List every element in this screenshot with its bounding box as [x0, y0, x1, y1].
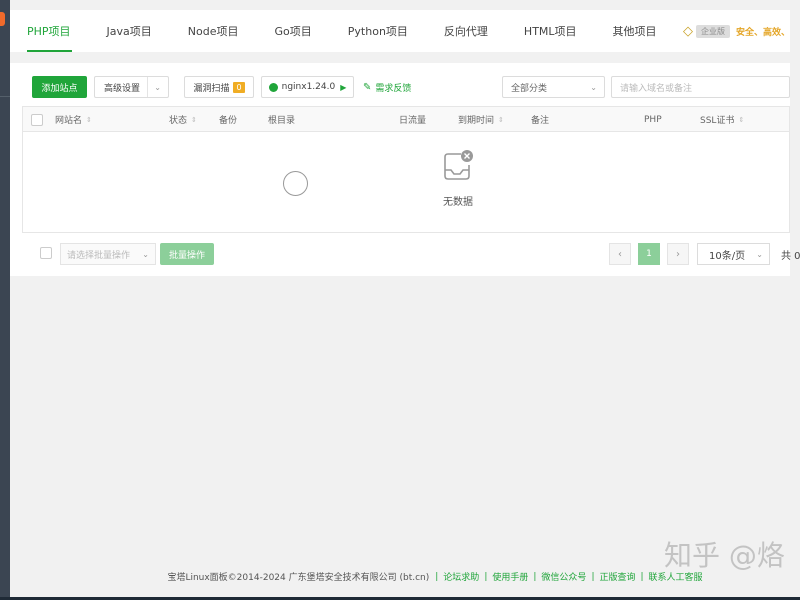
col-site-name[interactable]: 网站名 ⇕: [55, 107, 92, 132]
batch-operation-select[interactable]: 请选择批量操作 ⌄: [60, 243, 156, 265]
nginx-button[interactable]: nginx1.24.0 ▶: [261, 76, 354, 98]
bottom-select-checkbox[interactable]: [40, 247, 52, 259]
empty-data-icon: [444, 150, 473, 180]
search-input[interactable]: 请输入域名或备注: [611, 76, 790, 98]
sort-icon: ⇕: [498, 115, 504, 124]
chevron-down-icon: ⌄: [154, 82, 161, 92]
feedback-link[interactable]: ✎ 需求反馈: [363, 76, 411, 98]
tab-other[interactable]: 其他项目: [595, 10, 675, 52]
empty-state: 无数据: [23, 133, 789, 232]
batch-operation-button[interactable]: 批量操作: [160, 243, 214, 265]
batch-placeholder: 请选择批量操作: [67, 250, 131, 261]
tab-html[interactable]: HTML项目: [506, 10, 595, 52]
page-size-select[interactable]: 10条/页 ⌄: [697, 243, 770, 265]
nginx-icon: [268, 82, 278, 92]
link-license-check[interactable]: 正版查询: [599, 570, 635, 583]
tab-node[interactable]: Node项目: [170, 10, 257, 52]
col-root-dir: 根目录: [268, 116, 296, 126]
tab-reverse-proxy[interactable]: 反向代理: [426, 10, 506, 52]
link-wechat[interactable]: 微信公众号: [541, 570, 586, 583]
sidebar-edge: [0, 0, 10, 600]
total-count: 共 0: [781, 250, 800, 262]
tab-php[interactable]: PHP项目: [10, 10, 89, 52]
loading-spinner: [283, 171, 308, 196]
prev-page-button[interactable]: ‹: [609, 243, 631, 265]
play-icon: ▶: [340, 82, 347, 92]
link-forum[interactable]: 论坛求助: [443, 570, 479, 583]
chevron-down-icon: ⌄: [590, 82, 597, 92]
nginx-version: nginx1.24.0: [281, 82, 336, 92]
next-page-button[interactable]: ›: [667, 243, 689, 265]
sort-icon: ⇕: [738, 115, 745, 124]
project-tabs: PHP项目 Java项目 Node项目 Go项目 Python项目 反向代理 H…: [10, 10, 790, 52]
site-table: 网站名 ⇕ 状态 ⇕ 备份 根目录 日流量 到期时间 ⇕ 备注 PHP SSL证书 ⇕ …: [22, 106, 790, 233]
chevron-down-icon: ⌄: [756, 249, 763, 259]
col-status[interactable]: 状态 ⇕: [169, 107, 197, 132]
watermark: 知乎 @烙: [664, 539, 785, 572]
category-value: 全部分类: [511, 83, 548, 94]
add-site-label: 添加站点: [41, 83, 78, 94]
table-header: 网站名 ⇕ 状态 ⇕ 备份 根目录 日流量 到期时间 ⇕ 备注 PHP SSL证书 ⇕: [23, 107, 789, 132]
chevron-down-icon: ⌄: [142, 249, 149, 259]
enterprise-badge: 企业版: [695, 24, 730, 38]
sort-icon: ⇕: [86, 115, 92, 124]
enterprise-promo[interactable]: ◇ 企业版 安全、高效、: [683, 10, 790, 52]
tab-python[interactable]: Python项目: [330, 10, 426, 52]
add-site-button[interactable]: 添加站点: [32, 76, 87, 98]
tab-java[interactable]: Java项目: [89, 10, 170, 52]
enterprise-slogan: 安全、高效、: [735, 27, 790, 38]
advanced-settings-dropdown[interactable]: 高级设置 ⌄: [94, 76, 169, 98]
col-php: PHP: [644, 114, 662, 125]
select-all-checkbox[interactable]: [31, 107, 43, 132]
col-daily-traffic: 日流量: [399, 116, 427, 126]
col-ssl[interactable]: SSL证书 ⇕: [700, 107, 744, 132]
search-placeholder: 请输入域名或备注: [620, 83, 693, 94]
feedback-label: 需求反馈: [375, 83, 412, 94]
col-remark: 备注: [531, 116, 550, 126]
tab-go[interactable]: Go项目: [257, 10, 330, 52]
advanced-settings-label: 高级设置: [104, 83, 141, 94]
edit-icon: ✎: [363, 81, 372, 93]
notification-badge: [0, 12, 5, 26]
site-panel: 添加站点 高级设置 ⌄ 漏洞扫描 0 nginx1.24.0 ▶ ✎ 需求反馈 …: [10, 63, 800, 276]
empty-text: 无数据: [443, 197, 473, 208]
vuln-count-badge: 0: [233, 81, 245, 93]
vuln-scan-button[interactable]: 漏洞扫描 0: [184, 76, 254, 98]
current-page[interactable]: 1: [638, 243, 660, 265]
category-select[interactable]: 全部分类 ⌄: [502, 76, 605, 98]
copyright-text: 宝塔Linux面板©2014-2024 广东堡塔安全技术有限公司 (bt.cn): [167, 573, 430, 583]
diamond-icon: ◇: [682, 23, 693, 39]
sort-icon: ⇕: [191, 115, 197, 124]
vuln-scan-label: 漏洞扫描: [193, 83, 230, 94]
col-expiry[interactable]: 到期时间 ⇕: [458, 107, 504, 132]
sidebar-divider: [0, 96, 10, 97]
link-manual[interactable]: 使用手册: [492, 570, 528, 583]
col-backup: 备份: [219, 116, 238, 126]
